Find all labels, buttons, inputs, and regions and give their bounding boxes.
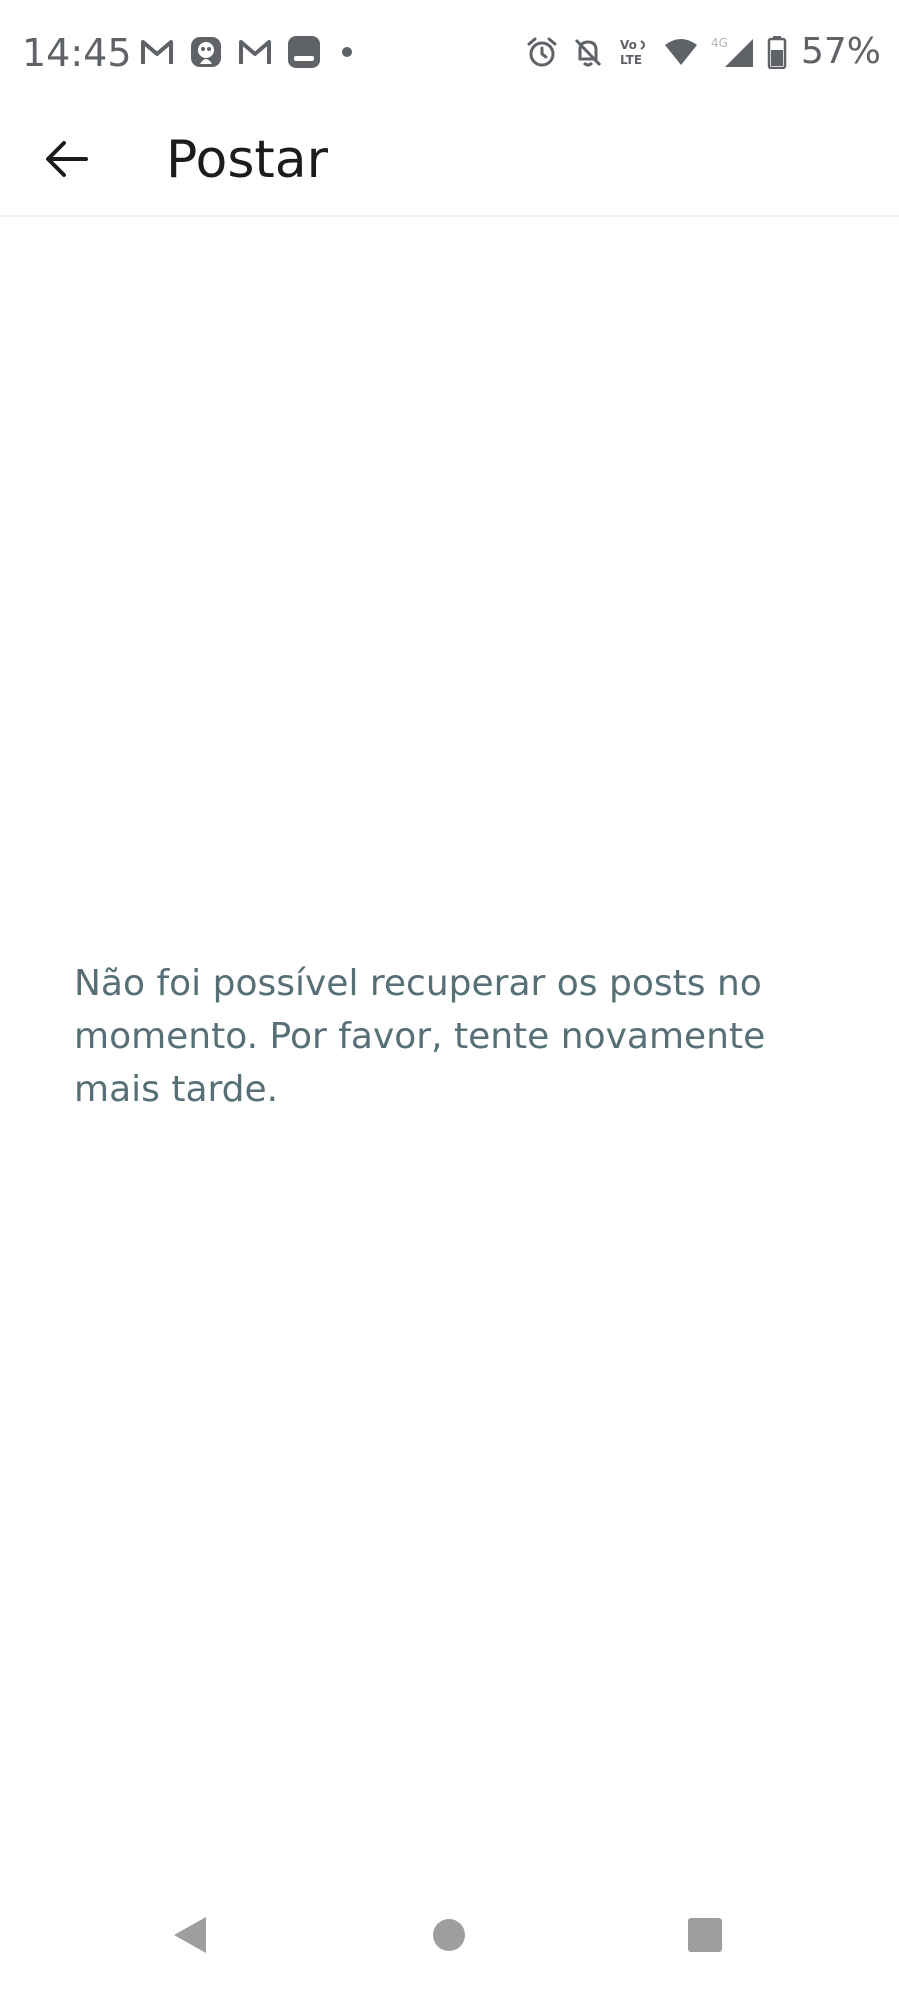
triangle-back-icon (170, 1913, 210, 1961)
dot-icon (336, 41, 358, 63)
battery-percent: 57% (800, 31, 881, 72)
gmail-icon (140, 38, 174, 66)
app-bar: Postar (0, 104, 899, 217)
volte-icon: Vo LTE (617, 35, 651, 69)
notification-icons (140, 32, 358, 72)
error-message: Não foi possível recuperar os posts no m… (74, 963, 766, 1110)
svg-text:Vo: Vo (620, 38, 637, 52)
signal-4g-icon: 4G (711, 35, 755, 69)
status-bar: 14:45 Vo LTE 4G 57% (0, 0, 899, 104)
page-title: Postar (166, 130, 329, 190)
alarm-icon (525, 35, 559, 69)
battery-icon (767, 35, 787, 69)
app-avatar-icon (188, 34, 224, 70)
gmail-icon (238, 38, 272, 66)
circle-home-icon (429, 1915, 469, 1959)
status-time: 14:45 (22, 31, 132, 75)
arrow-left-icon (44, 139, 88, 183)
nav-recents-button[interactable] (660, 1892, 750, 1982)
nav-back-button[interactable] (145, 1892, 235, 1982)
wifi-icon (663, 37, 699, 67)
bell-off-icon (571, 35, 605, 69)
svg-text:LTE: LTE (620, 53, 642, 67)
nav-home-button[interactable] (404, 1892, 494, 1982)
system-icons: Vo LTE 4G 57% (525, 30, 881, 74)
back-button[interactable] (28, 126, 104, 196)
system-nav-bar (0, 1870, 899, 2000)
svg-text:4G: 4G (711, 36, 728, 50)
app-tile-icon (286, 34, 322, 70)
posts-content: Não foi possível recuperar os posts no m… (0, 217, 899, 1867)
square-recents-icon (685, 1915, 725, 1959)
